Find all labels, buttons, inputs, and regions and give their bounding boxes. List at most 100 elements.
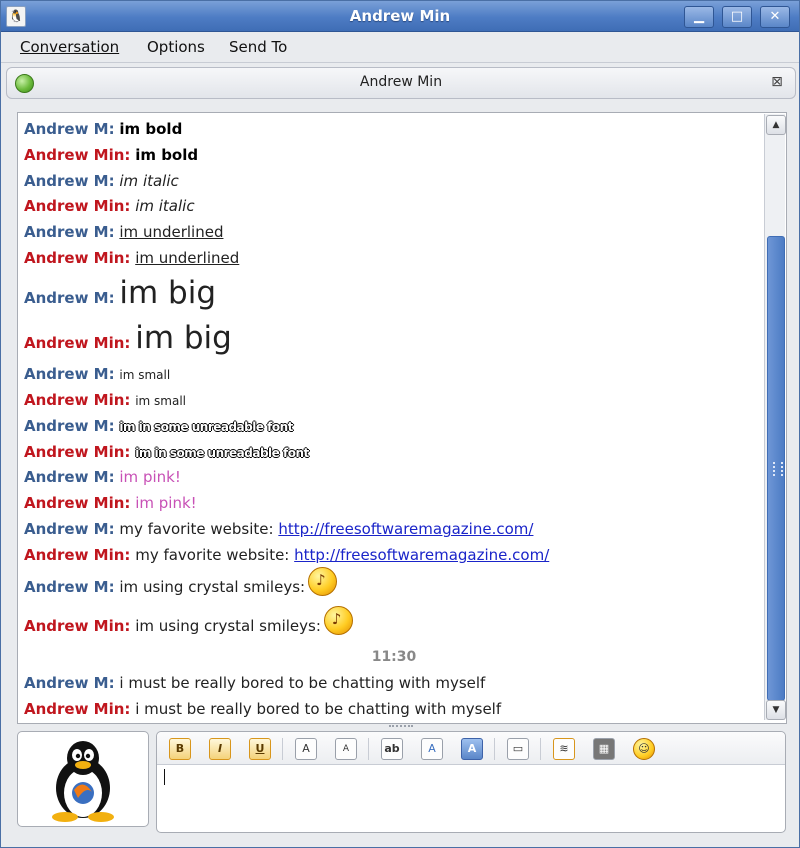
menu-options[interactable]: Options: [147, 38, 205, 56]
message-text: my favorite website:: [135, 546, 290, 564]
maximize-button[interactable]: □: [722, 6, 752, 28]
message-text: im italic: [135, 197, 195, 215]
message-text: im italic: [119, 172, 179, 190]
message-link[interactable]: http://freesoftwaremagazine.com/: [294, 546, 549, 564]
title-bar[interactable]: 🐧 Andrew Min ▁ □ ✕: [1, 1, 799, 32]
message-text: i must be really bored to be chatting wi…: [135, 700, 502, 718]
font-smaller-button[interactable]: A: [335, 738, 357, 760]
sender-nick: Andrew M:: [24, 578, 115, 596]
underline-button[interactable]: U: [249, 738, 271, 760]
conversation-window: 🐧 Andrew Min ▁ □ ✕ Conversation Options …: [0, 0, 800, 848]
sender-nick: Andrew Min:: [24, 494, 131, 512]
vertical-scrollbar[interactable]: ▲ ▼: [764, 114, 786, 720]
message-link[interactable]: http://freesoftwaremagazine.com/: [278, 520, 533, 538]
font-face-button[interactable]: ab: [381, 738, 403, 760]
minimize-button[interactable]: ▁: [684, 6, 714, 28]
sender-nick: Andrew M:: [24, 365, 115, 383]
sender-nick: Andrew M:: [24, 674, 115, 692]
message-input[interactable]: B I U A A ab A A ▭ ≋ ▦ ☺: [156, 731, 786, 833]
message: Andrew Min: im pink!: [24, 494, 197, 512]
sender-nick: Andrew M:: [24, 520, 115, 538]
crystal-smiley-icon: [323, 606, 353, 635]
message-text: im in some unreadable font: [119, 420, 293, 434]
smiley-icon[interactable]: ☺: [633, 738, 655, 760]
background-color-button[interactable]: A: [461, 738, 483, 760]
message-text: im using crystal smileys:: [135, 617, 321, 635]
italic-button[interactable]: I: [209, 738, 231, 760]
message-text: im small: [135, 394, 187, 408]
sender-nick: Andrew M:: [24, 223, 115, 241]
message: Andrew M: im pink!: [24, 468, 181, 486]
sender-nick: Andrew Min:: [24, 334, 131, 352]
message: Andrew Min: im in some unreadable font: [24, 443, 309, 461]
sender-nick: Andrew Min:: [24, 391, 131, 409]
menu-options-label: Options: [147, 38, 205, 56]
message-text: i must be really bored to be chatting wi…: [119, 674, 486, 692]
conversation-title: Andrew Min: [359, 74, 443, 90]
tux-penguin-icon: [52, 741, 114, 822]
menu-conversation[interactable]: Conversation: [20, 38, 119, 56]
message: Andrew Min: im big: [24, 320, 232, 356]
foreground-color-button[interactable]: A: [421, 738, 443, 760]
sender-nick: Andrew Min:: [24, 197, 131, 215]
format-toolbar: B I U A A ab A A ▭ ≋ ▦ ☺: [157, 732, 785, 765]
toolbar-separator: [368, 738, 369, 760]
message: Andrew Min: im underlined: [24, 249, 239, 267]
message-text: im underlined: [119, 223, 224, 241]
sender-nick: Andrew Min:: [24, 700, 131, 718]
close-tab-icon[interactable]: ⊠: [769, 73, 785, 91]
message-text: im pink!: [119, 468, 181, 486]
message-text: im small: [119, 368, 171, 382]
message: Andrew M: im underlined: [24, 223, 223, 241]
bold-button[interactable]: B: [169, 738, 191, 760]
message-text: im bold: [119, 120, 183, 138]
message: Andrew Min: im italic: [24, 197, 195, 215]
sender-nick: Andrew Min:: [24, 249, 131, 267]
window-title: Andrew Min: [349, 7, 451, 25]
message: Andrew Min: i must be really bored to be…: [24, 700, 501, 718]
message: Andrew Min: im bold: [24, 146, 198, 164]
sender-nick: Andrew M:: [24, 468, 115, 486]
message-text: my favorite website:: [119, 520, 274, 538]
menu-send-to[interactable]: Send To: [229, 38, 287, 56]
sender-nick: Andrew Min:: [24, 146, 131, 164]
sender-nick: Andrew Min:: [24, 546, 131, 564]
scroll-up-icon[interactable]: ▲: [766, 115, 786, 135]
toolbar-separator: [282, 738, 283, 760]
scroll-thumb[interactable]: [767, 236, 785, 701]
sender-nick: Andrew M:: [24, 417, 115, 435]
message-text: im big: [119, 275, 217, 311]
message: Andrew M: im big: [24, 275, 216, 311]
sender-nick: Andrew M:: [24, 120, 115, 138]
chat-history[interactable]: Andrew M: im bold Andrew Min: im bold An…: [17, 112, 787, 724]
timestamp: 11:30: [371, 649, 417, 665]
grip-icon: [773, 462, 783, 476]
message: Andrew M: i must be really bored to be c…: [24, 674, 485, 692]
message: Andrew M: im italic: [24, 172, 179, 190]
font-larger-button[interactable]: A: [295, 738, 317, 760]
text-caret: [164, 769, 165, 785]
toolbar-separator: [494, 738, 495, 760]
message: Andrew Min: my favorite website: http://…: [24, 546, 549, 564]
message: Andrew Min: im using crystal smileys:: [24, 606, 353, 641]
message-text: im bold: [135, 146, 199, 164]
menu-send-to-label: Send To: [229, 38, 288, 56]
menu-conversation-label: Conversation: [20, 38, 120, 56]
message: Andrew M: im in some unreadable font: [24, 417, 293, 435]
scroll-down-icon[interactable]: ▼: [766, 700, 786, 720]
message-text: im big: [135, 320, 232, 356]
crystal-smiley-icon: [308, 567, 338, 596]
insert-link-icon[interactable]: ▭: [507, 738, 529, 760]
sender-nick: Andrew Min:: [24, 617, 131, 635]
message: Andrew M: im bold: [24, 120, 182, 138]
horizontal-rule-icon[interactable]: ≋: [553, 738, 575, 760]
sender-nick: Andrew M:: [24, 172, 115, 190]
toolbar-separator: [540, 738, 541, 760]
buddy-icon[interactable]: [17, 731, 149, 827]
conversation-tab[interactable]: Andrew Min ⊠: [6, 67, 796, 99]
sender-nick: Andrew Min:: [24, 443, 131, 461]
message: Andrew Min: im small: [24, 391, 186, 409]
insert-image-icon[interactable]: ▦: [593, 738, 615, 760]
sender-nick: Andrew M:: [24, 289, 115, 307]
close-button[interactable]: ✕: [760, 6, 790, 28]
